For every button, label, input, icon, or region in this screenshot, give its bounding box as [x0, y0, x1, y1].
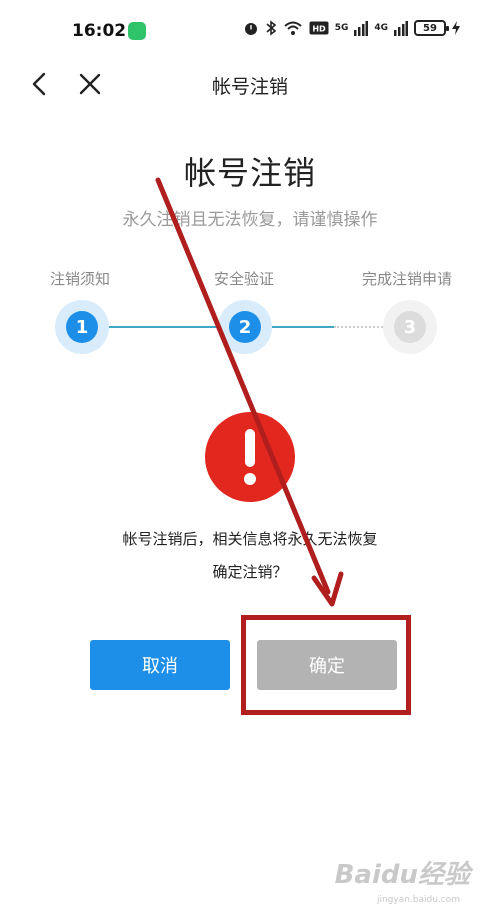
signal-4g-icon — [394, 21, 408, 36]
signal-5g-icon — [354, 21, 369, 36]
step-number-2: 2 — [229, 311, 261, 343]
screen: 16:02 HD 5G 4G 59 帐号注销 帐号注销 永久注销且无法恢复，请谨… — [0, 0, 500, 915]
cancel-button[interactable]: 取消 — [90, 640, 230, 690]
watermark-url: jingyan.baidu.com — [376, 895, 460, 905]
annotation-highlight-box — [241, 615, 411, 715]
svg-text:HD: HD — [312, 25, 326, 34]
alarm-icon — [244, 23, 257, 35]
step-number-1: 1 — [66, 311, 98, 343]
page-subtitle: 永久注销且无法恢复，请谨慎操作 — [122, 210, 378, 230]
confirm-question: 确定注销？ — [212, 563, 288, 581]
step-circle-3: 3 — [383, 300, 437, 354]
exclamation-mark-icon — [244, 429, 256, 485]
warning-message: 帐号注销后，相关信息将永久无法恢复 — [122, 530, 378, 548]
step-label-2: 安全验证 — [214, 270, 275, 288]
status-bar: 16:02 HD 5G 4G 59 — [0, 0, 500, 62]
nav-title: 帐号注销 — [211, 76, 288, 98]
step-label-3: 完成注销申请 — [362, 270, 453, 288]
step-connector-3 — [334, 326, 386, 328]
wifi-icon — [284, 21, 302, 35]
step-connector-1 — [108, 326, 218, 328]
warning-exclamation-icon — [205, 412, 295, 502]
step-number-3: 3 — [394, 311, 426, 343]
status-icons: HD 5G 4G 59 — [243, 20, 460, 36]
step-circle-2: 2 — [218, 300, 272, 354]
signal-4g-label: 4G — [374, 23, 388, 33]
step-connector-2 — [272, 326, 334, 328]
status-time: 16:02 — [72, 21, 127, 41]
page-title: 帐号注销 — [183, 154, 316, 192]
battery-icon: 59 — [414, 20, 449, 36]
signal-5g-label: 5G — [334, 23, 349, 33]
step-label-1: 注销须知 — [50, 270, 111, 288]
watermark-logo: Baidu经验 — [334, 860, 470, 890]
call-icon — [128, 22, 146, 40]
nav-bar: 帐号注销 — [0, 62, 500, 106]
battery-level: 59 — [423, 22, 437, 34]
charging-icon — [452, 21, 460, 35]
hd-icon: HD — [309, 21, 329, 35]
step-circle-1: 1 — [55, 300, 109, 354]
bluetooth-icon — [266, 20, 276, 36]
